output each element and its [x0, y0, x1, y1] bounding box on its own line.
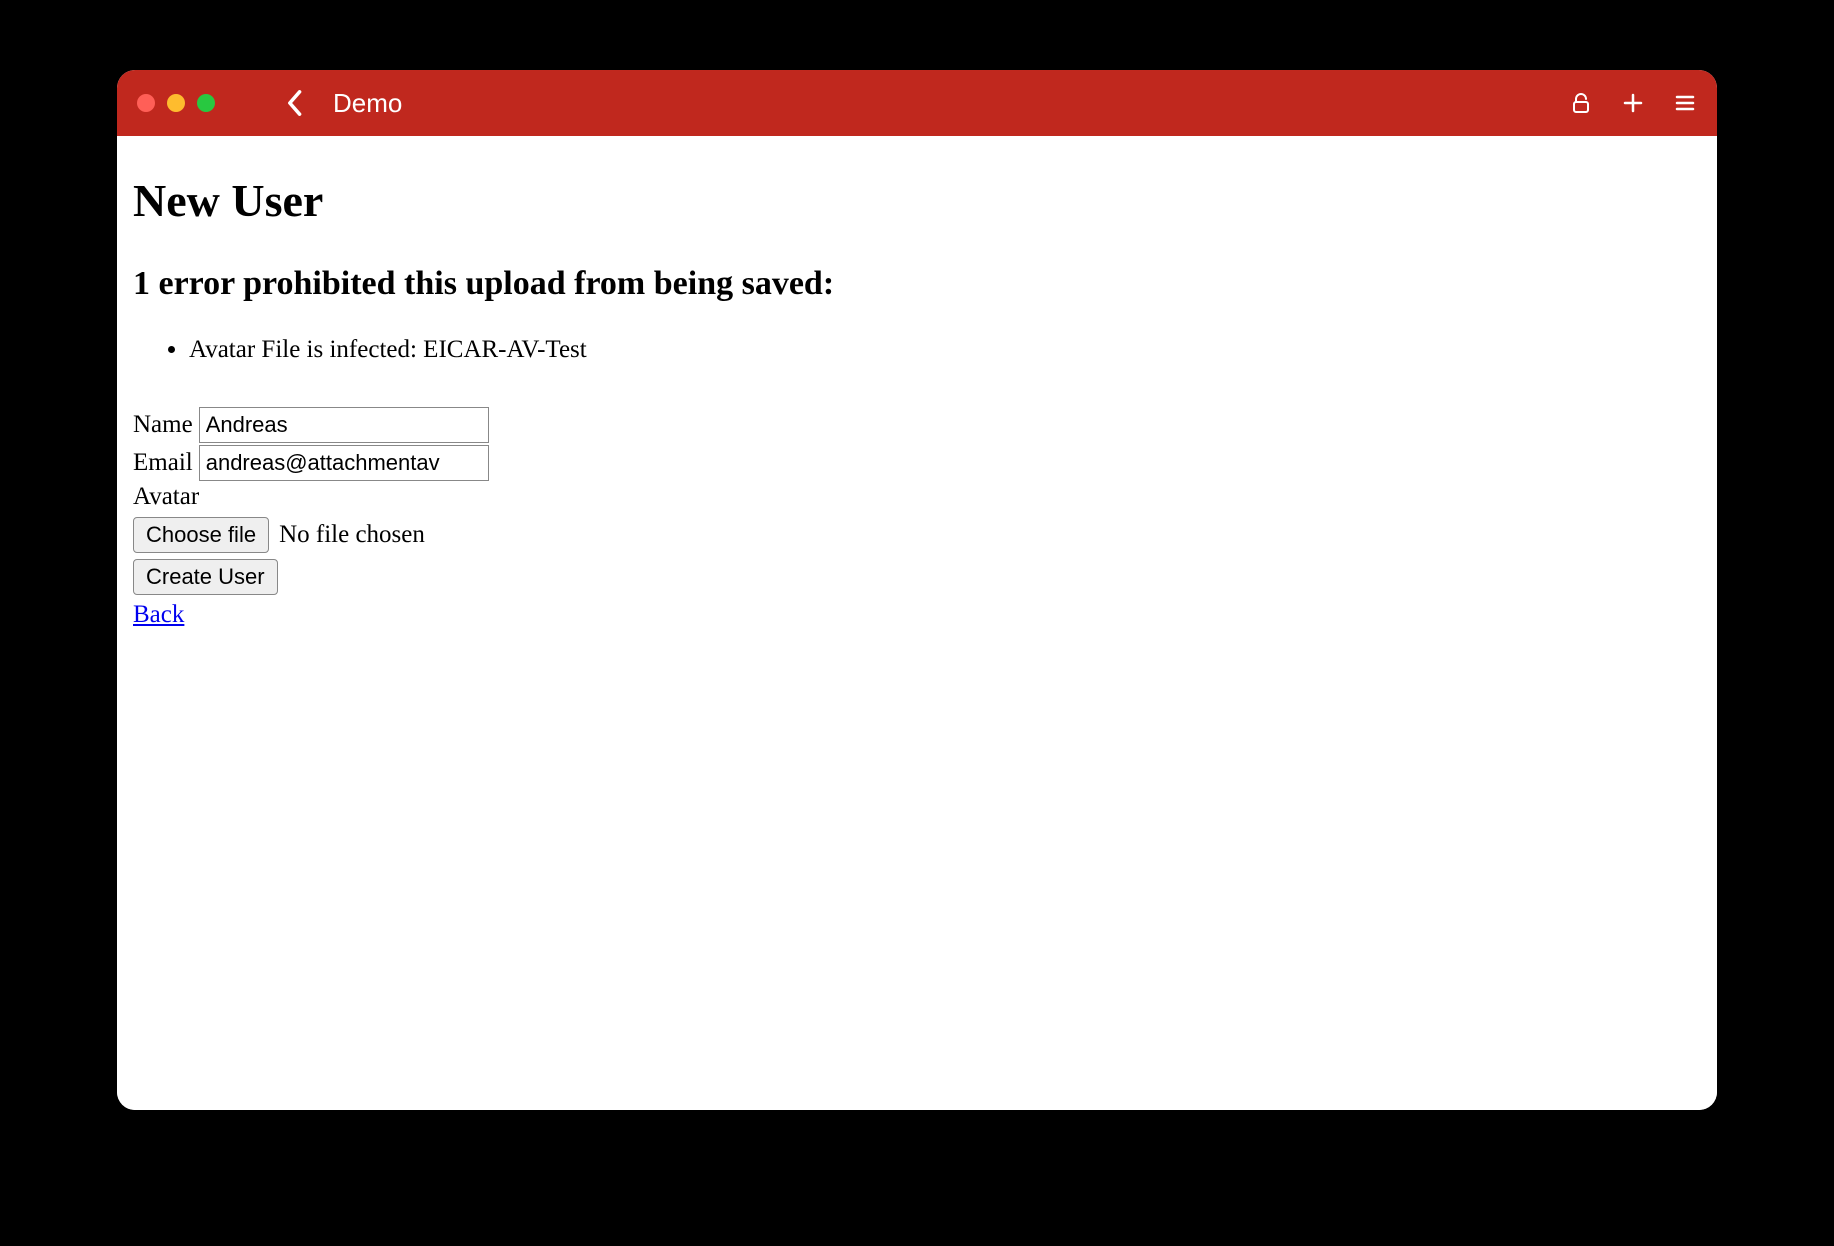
page-title: New User: [133, 174, 1701, 227]
window-title: Demo: [333, 88, 402, 119]
titlebar-actions: [1569, 91, 1697, 115]
email-input[interactable]: [199, 445, 489, 481]
chevron-left-icon: [285, 89, 303, 117]
error-heading: 1 error prohibited this upload from bein…: [133, 265, 1701, 303]
lock-icon[interactable]: [1569, 91, 1593, 115]
name-label: Name: [133, 411, 193, 439]
avatar-file-row: Choose file No file chosen: [133, 517, 1701, 553]
submit-row: Create User: [133, 559, 1701, 595]
minimize-window-button[interactable]: [167, 94, 185, 112]
page-content: New User 1 error prohibited this upload …: [117, 136, 1717, 1110]
file-status: No file chosen: [279, 521, 425, 549]
plus-icon[interactable]: [1621, 91, 1645, 115]
zoom-window-button[interactable]: [197, 94, 215, 112]
titlebar: Demo: [117, 70, 1717, 136]
window-controls: [137, 94, 215, 112]
error-item: Avatar File is infected: EICAR-AV-Test: [189, 331, 1701, 369]
back-link[interactable]: Back: [133, 601, 184, 629]
avatar-label: Avatar: [133, 483, 1701, 511]
name-row: Name: [133, 407, 1701, 443]
app-window: Demo New User 1 error prohibited this up…: [117, 70, 1717, 1110]
menu-icon[interactable]: [1673, 91, 1697, 115]
create-user-button[interactable]: Create User: [133, 559, 278, 595]
back-nav-button[interactable]: [285, 89, 303, 117]
name-input[interactable]: [199, 407, 489, 443]
email-row: Email: [133, 445, 1701, 481]
error-list: Avatar File is infected: EICAR-AV-Test: [133, 331, 1701, 369]
email-label: Email: [133, 449, 193, 477]
close-window-button[interactable]: [137, 94, 155, 112]
choose-file-button[interactable]: Choose file: [133, 517, 269, 553]
